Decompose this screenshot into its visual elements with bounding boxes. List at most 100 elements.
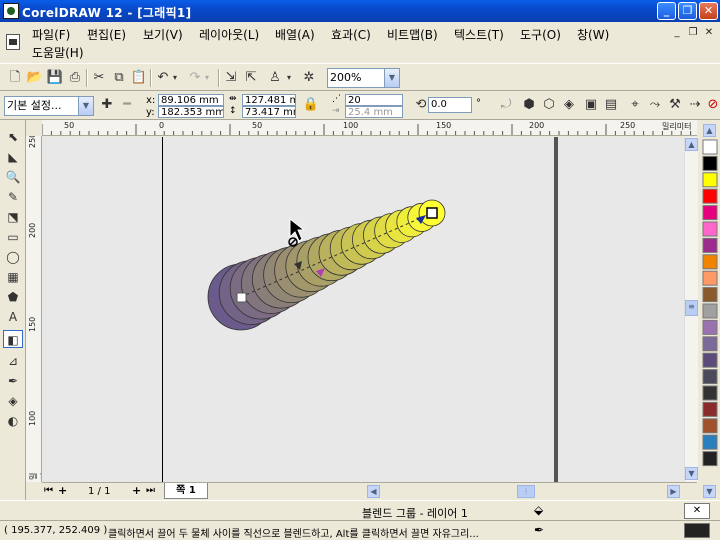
interactive-blend-tool-icon[interactable]: ◧ bbox=[3, 330, 23, 348]
minimize-button[interactable]: _ bbox=[657, 2, 676, 20]
blend-steps-input[interactable]: 20 bbox=[345, 94, 403, 106]
doc-minimize-button[interactable]: _ bbox=[670, 27, 684, 39]
copy-blend-properties-icon[interactable]: ⇢ bbox=[686, 96, 704, 114]
doc-close-button[interactable]: ✕ bbox=[702, 27, 716, 39]
end-handle[interactable] bbox=[426, 207, 438, 219]
blend-acceleration-icon[interactable]: ▤ bbox=[602, 96, 620, 114]
menu-text[interactable]: 텍스트(T) bbox=[454, 26, 504, 43]
scroll-right-button[interactable]: ▶ bbox=[667, 485, 680, 498]
pick-tool-icon[interactable]: ⬉ bbox=[3, 128, 23, 146]
drawing-canvas[interactable] bbox=[42, 137, 684, 482]
doc-restore-button[interactable]: ❐ bbox=[686, 27, 700, 39]
preset-select[interactable]: 기본 설정... ▼ bbox=[4, 96, 94, 116]
palette-swatch[interactable] bbox=[702, 155, 718, 171]
palette-swatch[interactable] bbox=[702, 303, 718, 319]
menu-help[interactable]: 도움말(H) bbox=[32, 44, 84, 61]
open-icon[interactable]: 📂 bbox=[26, 69, 44, 87]
blend-group[interactable] bbox=[42, 137, 684, 482]
menu-effects[interactable]: 효과(C) bbox=[331, 26, 371, 43]
add-preset-icon[interactable]: ✚ bbox=[98, 96, 116, 114]
palette-scroll-down-icon[interactable]: ▼ bbox=[703, 485, 716, 498]
text-tool-icon[interactable]: A bbox=[3, 308, 23, 326]
save-icon[interactable]: 💾 bbox=[46, 69, 64, 87]
remove-preset-icon[interactable]: ━ bbox=[118, 96, 136, 114]
chevron-down-icon[interactable]: ▼ bbox=[384, 69, 399, 87]
smart-fill-tool-icon[interactable]: ⬔ bbox=[3, 208, 23, 226]
first-page-icon[interactable]: ⏮ bbox=[44, 485, 53, 496]
cut-icon[interactable]: ✂ bbox=[90, 69, 108, 87]
vertical-ruler[interactable]: 250 200 150 100 밀리미터 bbox=[26, 136, 42, 482]
add-page-before-icon[interactable]: + bbox=[58, 484, 67, 497]
vertical-scrollbar[interactable]: ▲ ≡ ▼ bbox=[684, 137, 698, 482]
palette-swatch[interactable] bbox=[702, 352, 718, 368]
object-color-acceleration-icon[interactable]: ▣ bbox=[582, 96, 600, 114]
copy-icon[interactable]: ⧉ bbox=[110, 69, 128, 87]
menu-bitmaps[interactable]: 비트맵(B) bbox=[387, 26, 438, 43]
width-input[interactable]: 127.481 mr bbox=[242, 94, 296, 106]
palette-swatch[interactable] bbox=[702, 254, 718, 270]
zoom-level-select[interactable]: 200% ▼ bbox=[327, 68, 400, 88]
palette-swatch[interactable] bbox=[702, 172, 718, 188]
no-fill-swatch-icon[interactable]: ✕ bbox=[684, 503, 710, 519]
ellipse-tool-icon[interactable]: ◯ bbox=[3, 248, 23, 266]
shape-tool-icon[interactable]: ◣ bbox=[3, 148, 23, 166]
interactive-fill-tool-icon[interactable]: ◐ bbox=[3, 412, 23, 430]
counterclockwise-blend-icon[interactable]: ◈ bbox=[560, 96, 578, 114]
palette-swatch[interactable] bbox=[702, 139, 718, 155]
menu-view[interactable]: 보기(V) bbox=[143, 26, 183, 43]
chevron-down-icon[interactable]: ▼ bbox=[78, 97, 93, 115]
outline-indicator-icon[interactable]: ✒ bbox=[534, 523, 544, 537]
eyedropper-tool-icon[interactable]: ⊿ bbox=[3, 352, 23, 370]
blend-rotation-input[interactable]: 0.0 bbox=[428, 97, 472, 113]
horizontal-ruler[interactable]: 50 0 50 100 150 200 250 밀리미터 bbox=[42, 120, 697, 136]
basic-shapes-tool-icon[interactable]: ⬟ bbox=[3, 288, 23, 306]
application-launcher-icon[interactable]: ♙ bbox=[266, 69, 284, 87]
undo-dropdown-icon[interactable]: ▾ bbox=[170, 69, 180, 87]
freehand-tool-icon[interactable]: ✎ bbox=[3, 188, 23, 206]
launcher-dropdown-icon[interactable]: ▾ bbox=[284, 69, 294, 87]
palette-swatch[interactable] bbox=[702, 418, 718, 434]
palette-swatch[interactable] bbox=[702, 205, 718, 221]
height-input[interactable]: 73.417 mm bbox=[242, 106, 296, 118]
scale-lock-icon[interactable]: 🔒 bbox=[302, 96, 320, 114]
fill-tool-icon[interactable]: ◈ bbox=[3, 392, 23, 410]
document-icon[interactable] bbox=[6, 34, 20, 50]
palette-swatch[interactable] bbox=[702, 221, 718, 237]
loop-blend-icon[interactable]: ⤾ bbox=[497, 96, 515, 114]
menu-tools[interactable]: 도구(O) bbox=[520, 26, 561, 43]
maximize-button[interactable]: ❐ bbox=[678, 2, 697, 20]
outline-color-swatch[interactable] bbox=[684, 523, 710, 538]
last-page-icon[interactable]: ⏭ bbox=[146, 485, 155, 496]
import-icon[interactable]: ⇲ bbox=[222, 69, 240, 87]
scroll-left-button[interactable]: ◀ bbox=[367, 485, 380, 498]
menu-file[interactable]: 파일(F) bbox=[32, 26, 70, 43]
path-properties-icon[interactable]: ⤳ bbox=[646, 96, 664, 114]
palette-swatch[interactable] bbox=[702, 434, 718, 450]
palette-swatch[interactable] bbox=[702, 401, 718, 417]
palette-swatch[interactable] bbox=[702, 385, 718, 401]
menu-arrange[interactable]: 배열(A) bbox=[275, 26, 315, 43]
scroll-up-button[interactable]: ▲ bbox=[685, 138, 698, 151]
palette-swatch[interactable] bbox=[702, 287, 718, 303]
rectangle-tool-icon[interactable]: ▭ bbox=[3, 228, 23, 246]
clear-blend-icon[interactable]: ⊘ bbox=[704, 96, 720, 114]
paste-icon[interactable]: 📋 bbox=[130, 69, 148, 87]
clockwise-blend-icon[interactable]: ⬡ bbox=[540, 96, 558, 114]
corel-online-icon[interactable]: ✲ bbox=[300, 69, 318, 87]
palette-swatch[interactable] bbox=[702, 188, 718, 204]
fill-indicator-icon[interactable]: ⬙ bbox=[534, 503, 543, 517]
zoom-tool-icon[interactable]: 🔍 bbox=[3, 168, 23, 186]
start-handle[interactable] bbox=[236, 292, 247, 303]
close-button[interactable]: ✕ bbox=[699, 2, 718, 20]
palette-swatch[interactable] bbox=[702, 451, 718, 467]
palette-swatch[interactable] bbox=[702, 336, 718, 352]
outline-tool-icon[interactable]: ✒ bbox=[3, 372, 23, 390]
scroll-down-button[interactable]: ▼ bbox=[685, 467, 698, 480]
horizontal-scroll-thumb[interactable]: ⦙ bbox=[517, 485, 535, 498]
palette-scroll-up-icon[interactable]: ▲ bbox=[703, 124, 716, 137]
direct-blend-icon[interactable]: ⬢ bbox=[520, 96, 538, 114]
palette-swatch[interactable] bbox=[702, 369, 718, 385]
more-blend-options-icon[interactable]: ⚒ bbox=[666, 96, 684, 114]
page-tab[interactable]: 쪽 1 bbox=[164, 483, 208, 499]
start-end-properties-icon[interactable]: ⌖ bbox=[626, 96, 644, 114]
